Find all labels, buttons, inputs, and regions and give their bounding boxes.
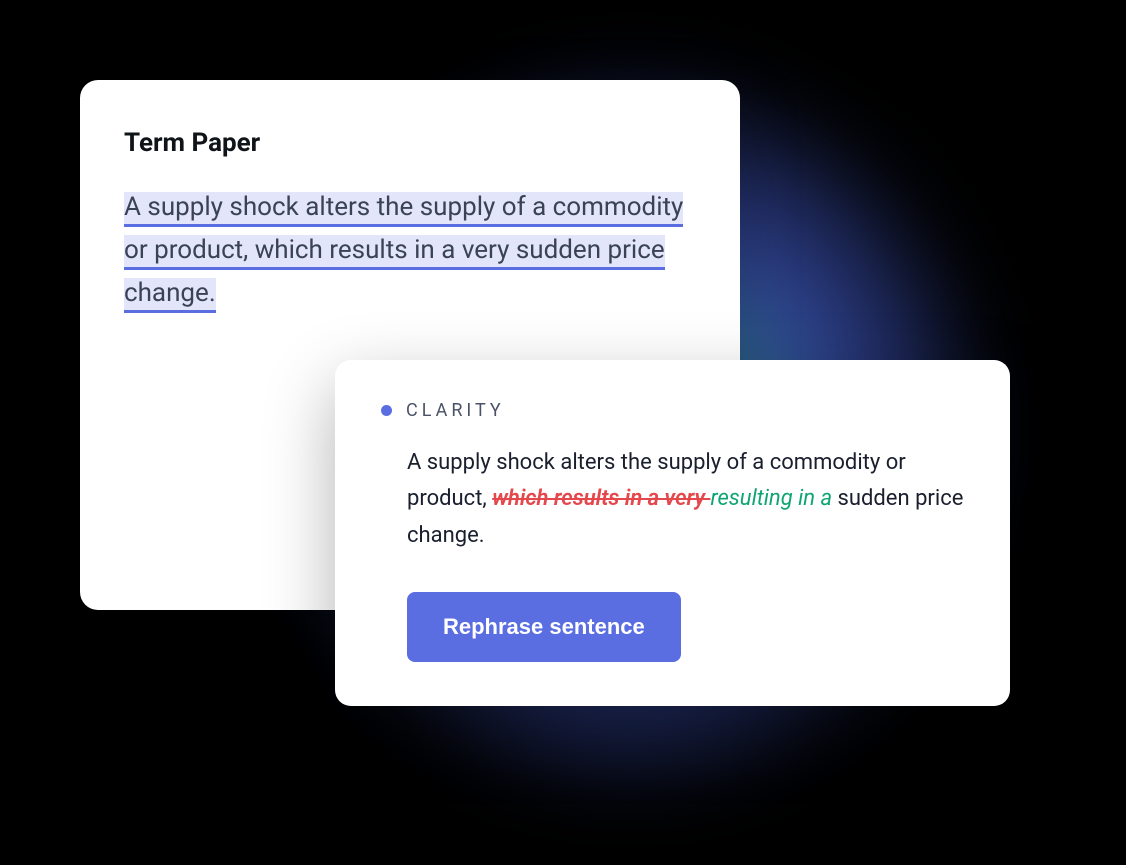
suggestion-text: A supply shock alters the supply of a co… [381, 445, 964, 554]
rephrase-button[interactable]: Rephrase sentence [407, 592, 681, 662]
document-title: Term Paper [124, 128, 696, 158]
suggestion-category-row: CLARITY [381, 400, 964, 421]
suggestion-text-added: resulting in a [710, 486, 837, 511]
suggestion-card: CLARITY A supply shock alters the supply… [335, 360, 1010, 706]
document-body[interactable]: A supply shock alters the supply of a co… [124, 186, 696, 315]
highlighted-sentence[interactable]: A supply shock alters the supply of a co… [124, 192, 683, 313]
category-dot-icon [381, 405, 392, 416]
suggestion-category-label: CLARITY [406, 400, 505, 421]
suggestion-text-removed: which results in a very [492, 486, 710, 511]
